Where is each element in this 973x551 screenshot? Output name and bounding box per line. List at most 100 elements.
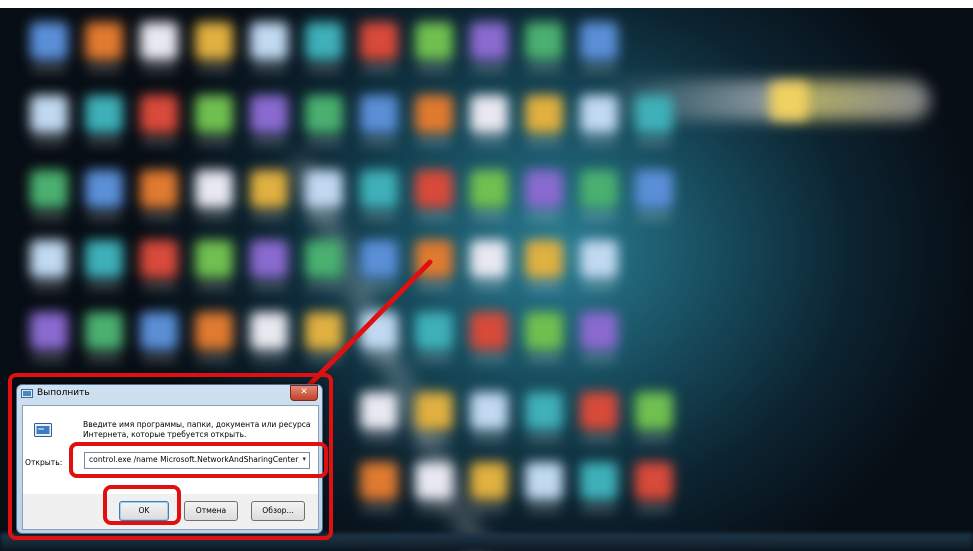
- desktop-icon-label: [582, 436, 616, 441]
- desktop-icon-label: [32, 356, 66, 361]
- desktop-icon[interactable]: [770, 82, 808, 120]
- desktop-icon[interactable]: [195, 22, 233, 71]
- desktop-icon-label: [472, 214, 506, 219]
- desktop-icon[interactable]: [360, 462, 398, 511]
- highlight-input-frame: [69, 442, 328, 478]
- desktop-icon[interactable]: [360, 240, 398, 289]
- desktop-icon-label: [307, 214, 341, 219]
- desktop-icon[interactable]: [415, 240, 453, 289]
- desktop-icon[interactable]: [525, 312, 563, 361]
- desktop-icon-label: [362, 139, 396, 144]
- desktop-icon-label: [527, 214, 561, 219]
- desktop-icon[interactable]: [85, 312, 123, 361]
- desktop-icon[interactable]: [360, 392, 398, 441]
- desktop-icon[interactable]: [140, 240, 178, 289]
- desktop-icon[interactable]: [470, 95, 508, 144]
- desktop-icon[interactable]: [470, 392, 508, 441]
- desktop-icon[interactable]: [525, 392, 563, 441]
- desktop-icon[interactable]: [85, 22, 123, 71]
- desktop-icon[interactable]: [580, 95, 618, 144]
- desktop-icon[interactable]: [415, 462, 453, 511]
- desktop-icon[interactable]: [415, 22, 453, 71]
- desktop-icon[interactable]: [85, 95, 123, 144]
- desktop-icon[interactable]: [250, 240, 288, 289]
- desktop-icon-label: [197, 66, 231, 71]
- desktop-icon-label: [472, 139, 506, 144]
- desktop-icon[interactable]: [30, 95, 68, 144]
- desktop-icon[interactable]: [635, 392, 673, 441]
- desktop-icon-label: [87, 139, 121, 144]
- desktop-icon[interactable]: [470, 240, 508, 289]
- desktop-icon[interactable]: [525, 240, 563, 289]
- desktop-icon-label: [32, 139, 66, 144]
- desktop-icon[interactable]: [580, 392, 618, 441]
- desktop-icon[interactable]: [525, 22, 563, 71]
- desktop-icon-label: [362, 284, 396, 289]
- desktop-icon[interactable]: [30, 22, 68, 71]
- desktop-icon[interactable]: [635, 170, 673, 219]
- desktop-icon[interactable]: [30, 312, 68, 361]
- desktop-icon[interactable]: [415, 95, 453, 144]
- desktop-icon[interactable]: [85, 240, 123, 289]
- desktop-icon[interactable]: [635, 462, 673, 511]
- desktop-icon-label: [472, 356, 506, 361]
- desktop-icon[interactable]: [470, 462, 508, 511]
- desktop-icon[interactable]: [580, 462, 618, 511]
- desktop-icon-label: [32, 284, 66, 289]
- desktop-icon[interactable]: [470, 312, 508, 361]
- desktop-icon[interactable]: [470, 22, 508, 71]
- desktop-icon-label: [307, 284, 341, 289]
- desktop-icon[interactable]: [140, 312, 178, 361]
- desktop-icon[interactable]: [360, 95, 398, 144]
- desktop-icon-label: [582, 284, 616, 289]
- desktop-icon[interactable]: [195, 240, 233, 289]
- desktop-icon[interactable]: [250, 95, 288, 144]
- desktop-icon[interactable]: [85, 170, 123, 219]
- desktop-icon[interactable]: [195, 95, 233, 144]
- desktop-icon-label: [582, 66, 616, 71]
- desktop-icon[interactable]: [305, 312, 343, 361]
- desktop-icon[interactable]: [525, 462, 563, 511]
- desktop-icon-label: [582, 139, 616, 144]
- desktop-icon[interactable]: [140, 170, 178, 219]
- desktop-icon-label: [527, 139, 561, 144]
- desktop-icon-label: [472, 66, 506, 71]
- desktop-icon[interactable]: [195, 170, 233, 219]
- desktop-icon[interactable]: [580, 22, 618, 71]
- desktop-icon-label: [527, 506, 561, 511]
- desktop-icon[interactable]: [580, 240, 618, 289]
- desktop-icon[interactable]: [580, 312, 618, 361]
- desktop-icon[interactable]: [305, 170, 343, 219]
- desktop-icon[interactable]: [305, 240, 343, 289]
- desktop-icon[interactable]: [305, 95, 343, 144]
- desktop-icon[interactable]: [415, 170, 453, 219]
- desktop-icon[interactable]: [580, 170, 618, 219]
- desktop-icon-label: [252, 66, 286, 71]
- desktop-icon[interactable]: [360, 22, 398, 71]
- desktop-icon[interactable]: [415, 312, 453, 361]
- desktop-icon[interactable]: [30, 170, 68, 219]
- desktop-icon[interactable]: [250, 22, 288, 71]
- desktop-icon[interactable]: [30, 240, 68, 289]
- desktop-icon[interactable]: [635, 95, 673, 144]
- desktop-icon-label: [87, 284, 121, 289]
- desktop-icon-label: [527, 356, 561, 361]
- desktop-icon[interactable]: [525, 170, 563, 219]
- highlight-ok-frame: [103, 485, 181, 525]
- desktop-icon[interactable]: [305, 22, 343, 71]
- desktop-icon[interactable]: [140, 95, 178, 144]
- desktop-icon[interactable]: [470, 170, 508, 219]
- desktop-icon-label: [362, 356, 396, 361]
- desktop-icon[interactable]: [195, 312, 233, 361]
- desktop-icon[interactable]: [250, 312, 288, 361]
- desktop-icon[interactable]: [140, 22, 178, 71]
- desktop-icon[interactable]: [415, 392, 453, 441]
- desktop-icon-label: [252, 214, 286, 219]
- desktop-icon[interactable]: [360, 170, 398, 219]
- desktop-icon-label: [362, 214, 396, 219]
- desktop-icon-label: [142, 284, 176, 289]
- desktop-icon-label: [417, 436, 451, 441]
- desktop-icon[interactable]: [360, 312, 398, 361]
- desktop-icon[interactable]: [250, 170, 288, 219]
- desktop-icon[interactable]: [525, 95, 563, 144]
